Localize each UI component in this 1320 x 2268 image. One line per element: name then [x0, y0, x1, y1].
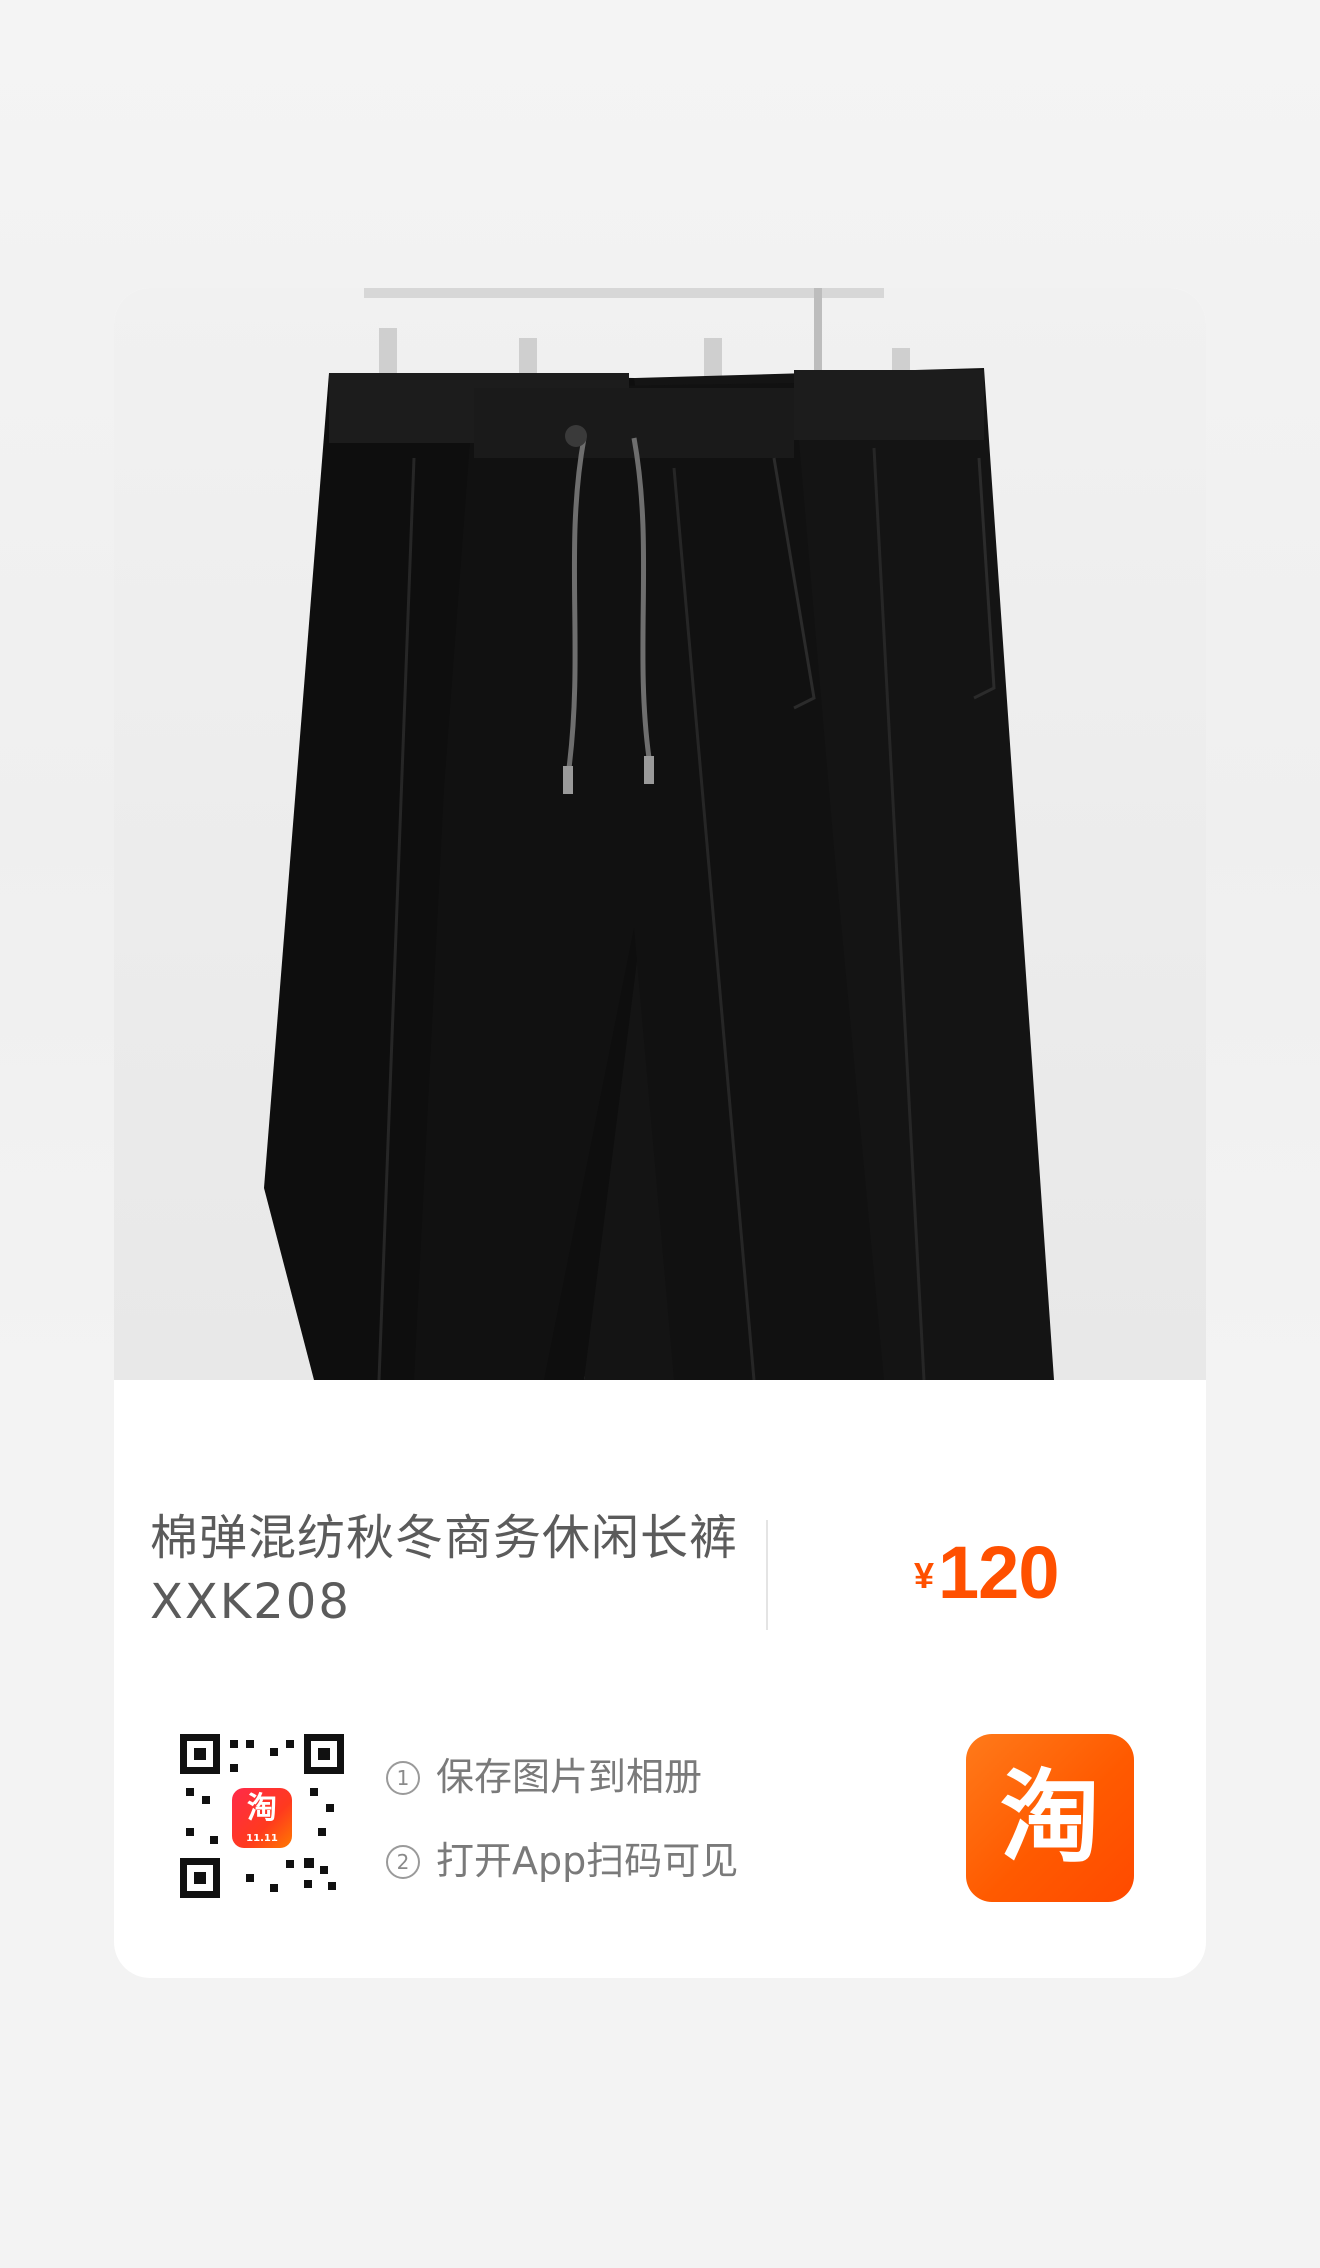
price-currency-symbol: ¥	[914, 1555, 935, 1596]
qr-badge-caption: 11.11	[246, 1833, 278, 1844]
product-title: 棉弹混纺秋冬商务休闲长裤 XXK208	[150, 1506, 750, 1634]
title-price-divider	[766, 1520, 768, 1630]
step-save-image: 1 保存图片到相册	[386, 1746, 702, 1801]
trousers-illustration	[264, 288, 1054, 1380]
step-text-2: 打开App扫码可见	[436, 1839, 739, 1883]
product-title-line1: 棉弹混纺秋冬商务休闲长裤	[150, 1510, 739, 1566]
price: ¥120	[914, 1530, 1060, 1615]
qr-taobao-badge-icon: 淘 11.11	[232, 1788, 292, 1848]
share-card: 棉弹混纺秋冬商务休闲长裤 XXK208 ¥120 淘 11.11 1 保存图片到…	[114, 288, 1206, 1978]
price-amount: 120	[938, 1531, 1059, 1614]
step-text-1: 保存图片到相册	[436, 1755, 703, 1799]
step-number-2: 2	[386, 1845, 420, 1879]
step-open-app: 2 打开App扫码可见	[386, 1830, 738, 1885]
product-title-line2: XXK208	[150, 1574, 351, 1630]
product-image	[114, 288, 1206, 1380]
taobao-logo-glyph: 淘	[1000, 1759, 1100, 1876]
taobao-logo-icon: 淘	[966, 1734, 1134, 1902]
step-number-1: 1	[386, 1761, 420, 1795]
qr-code: 淘 11.11	[180, 1734, 344, 1898]
qr-badge-glyph: 淘	[247, 1791, 277, 1826]
